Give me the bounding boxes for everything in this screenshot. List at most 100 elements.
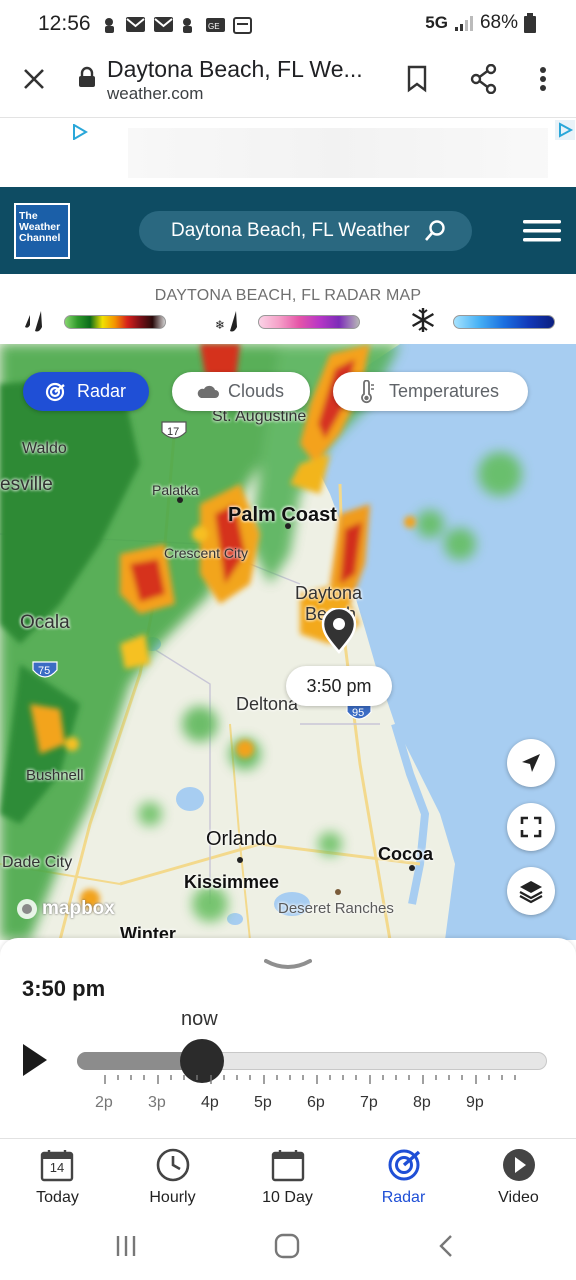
map-label-palm-coast: Palm Coast (228, 504, 337, 526)
bookmark-icon[interactable] (406, 65, 428, 93)
map-label-ocala: Ocala (20, 612, 70, 633)
nav-today-label: Today (36, 1189, 79, 1206)
rain-icon (25, 311, 42, 332)
battery-label: 68% (479, 12, 518, 33)
layer-radar-label: Radar (77, 381, 127, 401)
clock-icon (156, 1148, 190, 1182)
svg-text:GE: GE (208, 22, 220, 31)
ad-banner[interactable] (0, 118, 576, 187)
more-options-icon[interactable] (538, 66, 548, 94)
map-canvas[interactable] (0, 344, 576, 940)
page-url[interactable]: weather.com (107, 84, 203, 104)
thermometer-icon (361, 380, 374, 404)
map-label-orlando: Orlando (206, 828, 278, 850)
layer-temperatures-button[interactable]: Temperatures (333, 372, 528, 411)
back-icon[interactable] (438, 1234, 454, 1258)
timeline-current-time: 3:50 pm (22, 976, 106, 1001)
mix-scale-bar (258, 315, 360, 329)
nav-today[interactable]: 14 Today (0, 1139, 115, 1215)
tick-label: 6p (307, 1094, 325, 1111)
page-title[interactable]: Daytona Beach, FL We... (107, 56, 363, 83)
home-icon[interactable] (274, 1233, 300, 1259)
map-label-kissimmee: Kissimmee (184, 872, 280, 892)
site-header: The Weather Channel Daytona Beach, FL We… (0, 187, 576, 274)
status-time: 12:56 (38, 12, 91, 35)
browser-toolbar: Daytona Beach, FL We... weather.com (0, 50, 576, 118)
status-right: 5G 68% (425, 12, 536, 34)
adchoices-box[interactable] (555, 120, 575, 140)
weather-channel-logo[interactable]: The Weather Channel (14, 203, 70, 259)
bottom-navigation: 14 Today Hourly 10 Day Radar Video (0, 1138, 576, 1214)
layer-temperatures-label: Temperatures (389, 381, 500, 401)
nav-hourly[interactable]: Hourly (115, 1139, 230, 1215)
layer-clouds-label: Clouds (228, 381, 285, 401)
timeline-panel: 3:50 pm now 2p 3p 4p 5p 6p 7p 8p 9p (0, 938, 576, 1138)
adchoices-icon[interactable] (72, 124, 88, 140)
system-navigation-bar (0, 1214, 576, 1280)
tick-label: 5p (254, 1094, 272, 1111)
status-bar: 12:56 GE 5G 68% (0, 0, 576, 50)
logo-text: The Weather Channel (16, 205, 68, 257)
play-circle-icon (503, 1149, 535, 1181)
calendar-icon (271, 1150, 305, 1182)
play-icon[interactable] (21, 1042, 49, 1078)
radar-legend: DAYTONA BEACH, FL RADAR MAP ❄ (0, 274, 576, 344)
ad-image[interactable] (128, 128, 548, 178)
map-label-daytona: Daytona (295, 583, 363, 603)
radar-map[interactable]: 17 75 95 St. Augustine Waldo esville Pal… (0, 344, 576, 940)
mix-icon: ❄ (215, 311, 237, 332)
map-label-waldo: Waldo (22, 440, 67, 457)
tick-label: 3p (148, 1094, 166, 1111)
hamburger-menu-icon[interactable] (523, 220, 561, 242)
map-label-crescent-city: Crescent City (164, 545, 249, 561)
close-icon[interactable] (22, 67, 46, 91)
network-label: 5G (425, 13, 448, 32)
adchoices-corner-icon[interactable] (555, 120, 575, 140)
my-location-button[interactable] (507, 739, 555, 787)
battery-icon (524, 13, 536, 33)
signal-icon (454, 16, 473, 31)
share-icon[interactable] (470, 64, 498, 94)
location-pin-icon[interactable] (321, 608, 357, 654)
map-label-palatka: Palatka (152, 482, 199, 498)
map-label-bushnell: Bushnell (26, 767, 84, 784)
layer-radar-button[interactable]: Radar (23, 372, 149, 411)
route-75-label: 75 (38, 665, 51, 677)
nav-radar-label: Radar (381, 1189, 426, 1206)
tick-label: 4p (201, 1094, 219, 1111)
radar-map-title: DAYTONA BEACH, FL RADAR MAP (154, 287, 422, 304)
fullscreen-icon (520, 816, 542, 838)
mapbox-logo-icon (17, 899, 37, 919)
snowflake-icon (412, 308, 434, 332)
recent-apps-icon[interactable] (115, 1234, 137, 1258)
notification-icons: GE (105, 17, 252, 34)
route-17-label: 17 (167, 426, 180, 438)
map-layers-button[interactable] (507, 867, 555, 915)
nav-radar[interactable]: Radar (346, 1139, 461, 1215)
svg-text:❄: ❄ (215, 318, 225, 332)
lock-icon (79, 66, 95, 87)
cloud-icon (197, 385, 219, 398)
location-search[interactable]: Daytona Beach, FL Weather (139, 211, 472, 251)
sheet-handle-chevron-icon[interactable] (264, 958, 312, 972)
tick-label: 8p (413, 1094, 431, 1111)
timeline-ticks (104, 1075, 516, 1084)
rain-scale-bar (64, 315, 166, 329)
timeline-now-label: now (181, 1008, 218, 1030)
tick-label: 2p (95, 1094, 113, 1111)
map-label-gainesville: esville (0, 474, 53, 495)
calendar-day-number: 14 (49, 1160, 65, 1175)
search-icon[interactable] (424, 220, 446, 242)
navigation-arrow-icon (522, 754, 540, 772)
nav-video[interactable]: Video (461, 1139, 576, 1215)
route-95-label: 95 (352, 707, 365, 719)
mapbox-label: mapbox (42, 898, 115, 919)
map-label-deseret-ranches: Deseret Ranches (278, 900, 394, 917)
nav-10-day[interactable]: 10 Day (230, 1139, 345, 1215)
nav-hourly-label: Hourly (149, 1189, 196, 1206)
nav-video-label: Video (498, 1189, 539, 1206)
map-label-cocoa: Cocoa (378, 844, 434, 864)
layer-clouds-button[interactable]: Clouds (172, 372, 310, 411)
fullscreen-button[interactable] (507, 803, 555, 851)
mapbox-attribution[interactable]: mapbox (16, 898, 115, 920)
